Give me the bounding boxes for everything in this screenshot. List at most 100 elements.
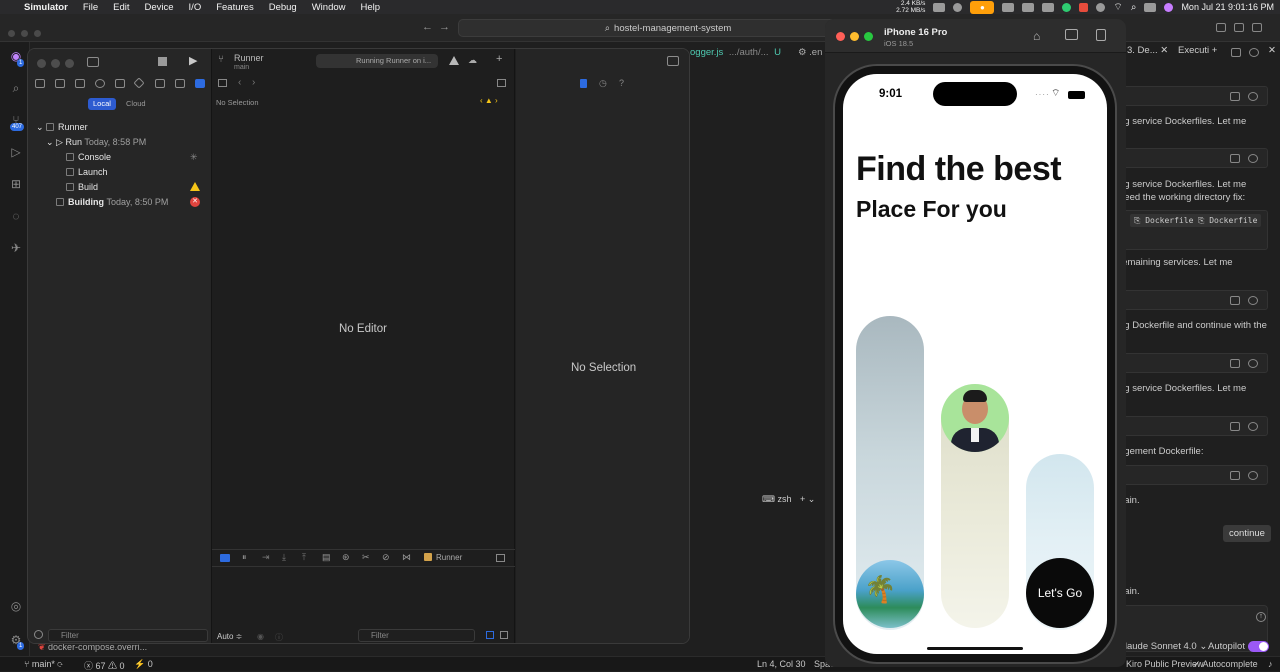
network-speed-meter[interactable]: 2.4 KB/s 2.72 MB/s: [896, 0, 925, 14]
tool-call-box[interactable]: [1117, 465, 1268, 485]
navigator-filter-field[interactable]: Filter: [48, 629, 208, 642]
cpu-graph-icon[interactable]: [933, 2, 946, 12]
add-tab-plus-icon[interactable]: +: [496, 53, 502, 65]
source-control-nav-icon[interactable]: [55, 79, 65, 88]
nav-forward-chevron-icon[interactable]: ›: [252, 77, 255, 88]
menu-window[interactable]: Window: [312, 2, 346, 13]
minimize-window-button[interactable]: [850, 32, 859, 41]
undo-icon[interactable]: [1248, 422, 1258, 431]
undo-icon[interactable]: [1248, 154, 1258, 163]
run-debug-icon[interactable]: ▷: [8, 144, 24, 160]
ports-status[interactable]: ⚡ 0: [134, 659, 153, 670]
console-filter-field[interactable]: Filter: [358, 629, 475, 642]
variables-scope-menu[interactable]: Auto ≑: [217, 632, 242, 641]
profile-avatar[interactable]: [941, 384, 1009, 452]
problems-status[interactable]: ⓧ 67 ⚠ 0: [84, 659, 125, 672]
control-icon[interactable]: [1096, 2, 1106, 12]
variables-view-toggle-icon[interactable]: [486, 631, 494, 639]
menu-device[interactable]: Device: [145, 2, 174, 13]
forward-arrow-icon[interactable]: →: [439, 21, 450, 33]
tree-item-run[interactable]: ⌄ ▷ Run Today, 8:58 PM: [46, 137, 146, 148]
history-clock-icon[interactable]: ◷: [599, 78, 607, 89]
zoom-window-button[interactable]: [65, 59, 74, 68]
spotlight-search-icon[interactable]: ⌕: [1131, 2, 1137, 13]
continue-button[interactable]: continue: [1223, 525, 1271, 542]
lets-go-button[interactable]: Let's Go: [1026, 558, 1094, 628]
app-menu-simulator[interactable]: Simulator: [24, 2, 68, 13]
menu-help[interactable]: Help: [361, 2, 381, 13]
file-chip[interactable]: ⎘ Dockerfile: [1130, 214, 1198, 227]
close-window-button[interactable]: [37, 59, 46, 68]
cursor-position[interactable]: Ln 4, Col 30: [757, 659, 806, 669]
control-center-icon[interactable]: [1144, 2, 1157, 12]
filter-options-icon[interactable]: [34, 630, 43, 639]
chat-tab-b[interactable]: Executi +: [1178, 45, 1217, 56]
stop-icon[interactable]: [158, 57, 167, 66]
tool-call-box[interactable]: [1117, 290, 1268, 310]
jump-bar[interactable]: No Selection: [216, 98, 259, 107]
close-window-button[interactable]: [836, 32, 845, 41]
issue-navigation-icon[interactable]: ‹ ▲ ›: [480, 96, 498, 105]
gmail-icon[interactable]: [1079, 2, 1089, 12]
segment-local[interactable]: Local: [88, 98, 116, 110]
rotate-device-icon[interactable]: [1096, 29, 1106, 41]
console-toggle-icon[interactable]: [496, 554, 505, 562]
copy-icon[interactable]: [1230, 471, 1240, 480]
folder-icon[interactable]: [35, 79, 45, 88]
chat-history-icon[interactable]: [1231, 48, 1241, 57]
kangaroo-icon[interactable]: ✈: [8, 240, 24, 256]
find-icon[interactable]: [95, 79, 105, 88]
undo-icon[interactable]: [1248, 471, 1258, 480]
menubar-datetime[interactable]: Mon Jul 21 9:01:16 PM: [1181, 2, 1274, 12]
menu-debug[interactable]: Debug: [269, 2, 297, 13]
debug-area-toggle-icon[interactable]: [220, 554, 230, 562]
file-inspector-icon[interactable]: [580, 79, 587, 88]
menu-io[interactable]: I/O: [189, 2, 202, 13]
step-out-icon[interactable]: ⤒: [302, 552, 306, 563]
test-diamond-icon[interactable]: [133, 77, 145, 89]
copy-icon[interactable]: [1230, 296, 1240, 305]
tree-item-building[interactable]: Building Today, 8:50 PM: [56, 197, 168, 207]
tool-call-box[interactable]: [1117, 148, 1268, 168]
close-tab-icon[interactable]: ✕: [1160, 45, 1168, 56]
sidebar-toggle-icon[interactable]: [87, 57, 99, 67]
quick-look-eye-icon[interactable]: ◉: [257, 632, 264, 641]
pause-icon[interactable]: ⏸: [242, 552, 247, 563]
new-terminal-plus-icon[interactable]: + ⌄: [800, 494, 815, 504]
tab-env[interactable]: ⚙ .en: [798, 47, 822, 58]
simulate-location-icon[interactable]: ⊘: [382, 552, 390, 563]
step-over-icon[interactable]: ⤓: [282, 552, 286, 563]
tab-logger-js[interactable]: ogger.js .../auth/... U: [690, 47, 781, 58]
notification-bell-icon[interactable]: ♪: [1268, 659, 1273, 669]
environment-overrides-icon[interactable]: ✂: [362, 552, 370, 563]
view-hierarchy-icon[interactable]: ▤: [322, 552, 331, 563]
close-window-button[interactable]: [8, 30, 15, 37]
info-icon[interactable]: ⓘ: [275, 632, 283, 643]
new-chat-plus-icon[interactable]: +: [1212, 45, 1218, 56]
zoom-window-button[interactable]: [864, 32, 873, 41]
instruments-icon[interactable]: ⋈: [402, 552, 411, 563]
menu-features[interactable]: Features: [216, 2, 254, 13]
tree-item-build[interactable]: Build: [66, 182, 98, 192]
git-branch-status[interactable]: ⑂ main* ⟳: [24, 659, 63, 669]
issue-warning-icon[interactable]: [115, 79, 125, 88]
undo-icon[interactable]: [1248, 296, 1258, 305]
breakpoint-tag-icon[interactable]: [175, 79, 185, 88]
model-selector[interactable]: Claude Sonnet 4.0 ⌄: [1118, 641, 1207, 652]
report-list-icon[interactable]: [195, 79, 205, 88]
tree-item-launch[interactable]: Launch: [66, 167, 108, 177]
sidebar-toggle-icon[interactable]: [1234, 23, 1244, 32]
memory-graph-icon[interactable]: ⊛: [342, 552, 350, 563]
nav-back-chevron-icon[interactable]: ‹: [238, 77, 241, 88]
tool-call-box[interactable]: [1117, 86, 1268, 106]
tool-call-box[interactable]: [1117, 353, 1268, 373]
continue-icon[interactable]: ⇥: [262, 552, 270, 563]
help-question-icon[interactable]: ?: [619, 78, 624, 88]
copy-icon[interactable]: [1230, 359, 1240, 368]
copy-icon[interactable]: [1230, 422, 1240, 431]
editor-options-icon[interactable]: [497, 79, 506, 87]
copy-icon[interactable]: [1230, 154, 1240, 163]
warning-count-icon[interactable]: [449, 56, 459, 65]
zoom-window-button[interactable]: [34, 30, 41, 37]
activity-status-bar[interactable]: Running Runner on i...: [316, 54, 438, 68]
